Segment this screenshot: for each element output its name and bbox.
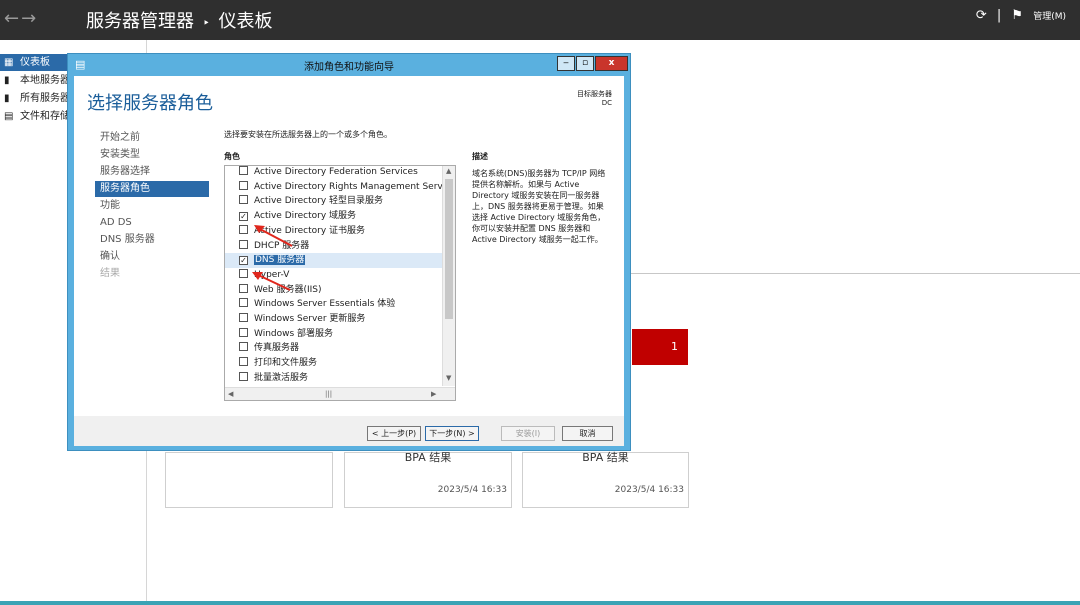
arrow-shaft [257,227,293,247]
annotation-arrow [252,272,291,291]
annotation-arrow [254,225,293,247]
annotation-arrows [252,225,293,291]
arrow-shaft [255,273,291,291]
